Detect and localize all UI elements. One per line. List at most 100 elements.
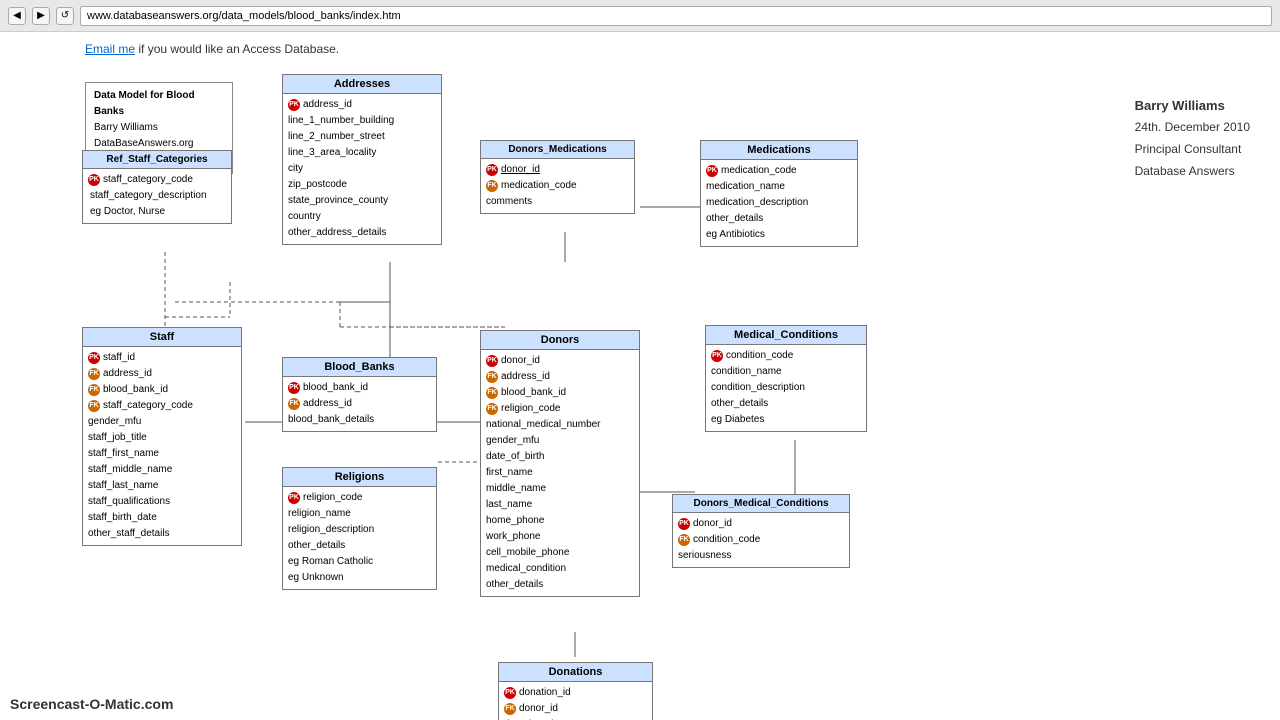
addresses-header: Addresses (283, 75, 441, 94)
table-row: religion_name (288, 506, 431, 522)
screencast-label: Screencast-O-Matic.com (10, 696, 173, 712)
pk-icon: PK (288, 99, 300, 111)
ref-staff-categories-table: Ref_Staff_Categories PK staff_category_c… (82, 150, 232, 224)
fk-icon: FK (88, 400, 100, 412)
field-name: address_id (303, 97, 352, 113)
table-row: FK donor_id (504, 701, 647, 717)
table-row: country (288, 209, 436, 225)
author-name: Barry Williams (1135, 94, 1250, 117)
fk-icon: FK (486, 403, 498, 415)
table-row: line_1_number_building (288, 113, 436, 129)
table-row: PK address_id (288, 97, 436, 113)
donors-medical-conditions-header: Donors_Medical_Conditions (673, 495, 849, 513)
field-name: donor_id (501, 162, 540, 178)
field-name: donation_id (519, 685, 571, 701)
table-row: PK medication_code (706, 163, 852, 179)
field-name: religion_code (303, 490, 363, 506)
page-content: Email me if you would like an Access Dat… (0, 32, 1280, 720)
staff-table: Staff PK staff_id FK address_id FK blood… (82, 327, 242, 546)
email-link[interactable]: Email me (85, 42, 135, 56)
table-row: PK donation_id (504, 685, 647, 701)
medications-table: Medications PK medication_code medicatio… (700, 140, 858, 247)
table-row: eg Unknown (288, 570, 431, 586)
donations-header: Donations (499, 663, 652, 682)
pk-icon: PK (288, 382, 300, 394)
back-button[interactable]: ◀ (8, 7, 26, 25)
field-name: address_id (501, 369, 550, 385)
pk-icon: PK (711, 350, 723, 362)
pk-icon: PK (486, 164, 498, 176)
field-name: condition_code (693, 532, 760, 548)
addresses-table: Addresses PK address_id line_1_number_bu… (282, 74, 442, 245)
field-name: donor_id (693, 516, 732, 532)
table-row: staff_qualifications (88, 494, 236, 510)
pk-icon: PK (706, 165, 718, 177)
table-row: work_phone (486, 529, 634, 545)
table-row: staff_birth_date (88, 510, 236, 526)
staff-header: Staff (83, 328, 241, 347)
pk-icon: PK (678, 518, 690, 530)
religions-header: Religions (283, 468, 436, 487)
ref-staff-categories-header: Ref_Staff_Categories (83, 151, 231, 169)
table-row: other_details (486, 577, 634, 593)
fk-icon: FK (288, 398, 300, 410)
table-row: zip_postcode (288, 177, 436, 193)
religions-table: Religions PK religion_code religion_name… (282, 467, 437, 590)
table-row: other_details (288, 538, 431, 554)
field-name: staff_id (103, 350, 135, 366)
donors-table: Donors PK donor_id FK address_id FK bloo… (480, 330, 640, 597)
fk-icon: FK (504, 703, 516, 715)
table-row: PK condition_code (711, 348, 861, 364)
table-row: line_2_number_street (288, 129, 436, 145)
table-row: other_address_details (288, 225, 436, 241)
field-name: blood_bank_id (303, 380, 368, 396)
fk-icon: FK (486, 387, 498, 399)
table-row: eg Roman Catholic (288, 554, 431, 570)
table-row: middle_name (486, 481, 634, 497)
field-name: religion_code (501, 401, 561, 417)
field-name: medication_code (721, 163, 797, 179)
table-row: condition_description (711, 380, 861, 396)
table-row: PK staff_category_code (88, 172, 226, 188)
url-bar[interactable] (80, 6, 1272, 26)
donors-medications-table: Donors_Medications PK donor_id FK medica… (480, 140, 635, 214)
field-name: donor_id (501, 353, 540, 369)
table-row: line_3_area_locality (288, 145, 436, 161)
forward-button[interactable]: ▶ (32, 7, 50, 25)
fk-icon: FK (486, 180, 498, 192)
medications-header: Medications (701, 141, 857, 160)
table-row: gender_mfu (88, 414, 236, 430)
table-row: gender_mfu (486, 433, 634, 449)
donors-header: Donors (481, 331, 639, 350)
table-row: FK medication_code (486, 178, 629, 194)
table-row: medication_name (706, 179, 852, 195)
blood-banks-header: Blood_Banks (283, 358, 436, 377)
table-row: PK donor_id (678, 516, 844, 532)
table-row: PK staff_id (88, 350, 236, 366)
table-row: FK blood_bank_id (88, 382, 236, 398)
table-row: staff_last_name (88, 478, 236, 494)
donations-table: Donations PK donation_id FK donor_id don… (498, 662, 653, 720)
field-name: blood_bank_id (103, 382, 168, 398)
author-title: Principal Consultant (1135, 139, 1250, 161)
table-row: religion_description (288, 522, 431, 538)
table-row: FK religion_code (486, 401, 634, 417)
table-row: cell_mobile_phone (486, 545, 634, 561)
table-row: PK religion_code (288, 490, 431, 506)
table-row: medication_description (706, 195, 852, 211)
field-name: blood_bank_id (501, 385, 566, 401)
author-org: Database Answers (1135, 161, 1250, 183)
table-row: other_staff_details (88, 526, 236, 542)
field-name: staff_category_code (103, 398, 193, 414)
table-row: FK address_id (486, 369, 634, 385)
table-row: eg Antibiotics (706, 227, 852, 243)
table-row: PK donor_id (486, 162, 629, 178)
table-row: condition_name (711, 364, 861, 380)
pk-icon: PK (288, 492, 300, 504)
fk-icon: FK (678, 534, 690, 546)
blood-banks-table: Blood_Banks PK blood_bank_id FK address_… (282, 357, 437, 432)
author-box: Barry Williams 24th. December 2010 Princ… (1135, 94, 1250, 182)
refresh-button[interactable]: ↺ (56, 7, 74, 25)
info-line2: Barry Williams (94, 120, 224, 136)
table-row: PK blood_bank_id (288, 380, 431, 396)
